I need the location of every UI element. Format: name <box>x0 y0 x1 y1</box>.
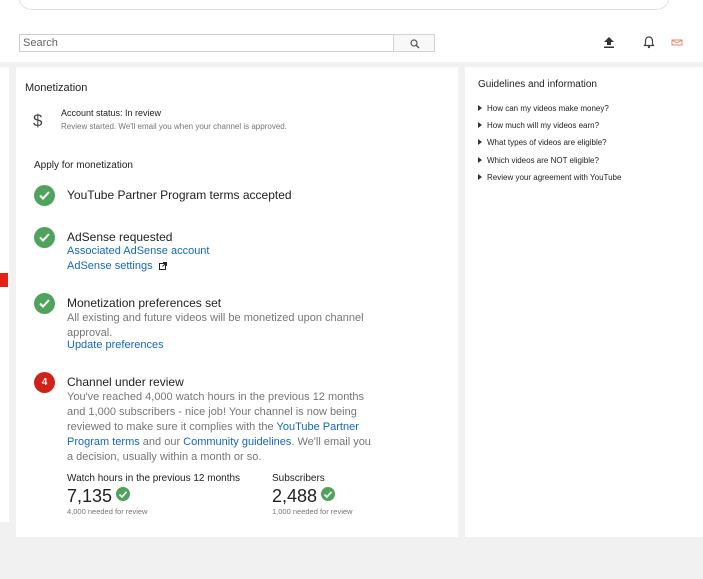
associated-adsense-link[interactable]: Associated AdSense account <box>67 245 209 257</box>
triangle-right-icon <box>478 122 482 128</box>
step-number-badge: 4 <box>34 372 55 393</box>
subscribers-label: Subscribers <box>272 473 325 484</box>
search-input[interactable] <box>19 34 397 52</box>
triangle-right-icon <box>478 139 482 145</box>
upload-button[interactable] <box>602 35 618 51</box>
guidelines-card: Guidelines and information How can my vi… <box>465 67 703 537</box>
dollar-icon: $ <box>33 111 43 130</box>
guideline-label: How can my videos make money? <box>487 104 609 113</box>
watch-hours-label: Watch hours in the previous 12 months <box>67 473 241 484</box>
step-complete-badge <box>34 185 55 206</box>
step-complete-badge <box>34 293 55 314</box>
triangle-right-icon <box>478 105 482 111</box>
monetization-card: Monetization $ Account status: In review… <box>16 67 458 537</box>
step-description: You've reached 4,000 watch hours in the … <box>67 390 372 465</box>
subscribers-value: 2,488 <box>272 486 318 506</box>
account-status-subtitle: Review started. We'll email you when you… <box>61 122 287 131</box>
watch-hours-value: 7,135 <box>67 486 113 506</box>
search-button[interactable] <box>393 34 435 52</box>
notifications-button[interactable] <box>642 35 658 51</box>
step-complete-badge <box>34 227 55 248</box>
step-description: All existing and future videos will be m… <box>67 312 364 339</box>
upload-icon <box>604 37 614 48</box>
guideline-link[interactable]: Which videos are NOT eligible? <box>478 156 599 165</box>
bell-icon <box>643 36 655 49</box>
left-nav-active-indicator <box>0 273 8 287</box>
inbox-button[interactable] <box>670 35 686 51</box>
guideline-link[interactable]: Review your agreement with YouTube <box>478 173 621 182</box>
check-icon <box>39 299 50 308</box>
account-status: Account status: In review <box>61 108 162 118</box>
guidelines-title: Guidelines and information <box>478 79 597 90</box>
page-title: Monetization <box>25 82 88 94</box>
step-title: Channel under review <box>67 375 184 389</box>
guideline-label: Which videos are NOT eligible? <box>487 156 599 165</box>
subscribers-requirement: 1,000 needed for review <box>272 507 353 516</box>
guideline-label: How much will my videos earn? <box>487 121 600 130</box>
guideline-link[interactable]: What types of videos are eligible? <box>478 138 607 147</box>
inbox-icon <box>671 39 683 46</box>
left-nav-strip <box>0 67 9 522</box>
top-bar <box>0 0 703 62</box>
triangle-right-icon <box>478 174 482 180</box>
search-icon <box>410 39 420 49</box>
update-preferences-link[interactable]: Update preferences <box>67 339 164 351</box>
step-title: YouTube Partner Program terms accepted <box>67 188 292 202</box>
apply-section-title: Apply for monetization <box>34 160 133 171</box>
adsense-settings-link[interactable]: AdSense settings <box>67 260 167 272</box>
check-icon <box>39 191 50 200</box>
top-pill-shape <box>18 0 670 10</box>
review-text-part2: and our <box>139 436 184 448</box>
watch-hours-check-icon <box>116 487 130 501</box>
watch-hours-requirement: 4,000 needed for review <box>67 507 148 516</box>
guideline-link[interactable]: How much will my videos earn? <box>478 121 599 130</box>
subscribers-check-icon <box>321 487 335 501</box>
step-title: AdSense requested <box>67 230 173 244</box>
external-link-icon <box>158 262 167 270</box>
guideline-link[interactable]: How can my videos make money? <box>478 104 609 113</box>
adsense-settings-label: AdSense settings <box>67 260 153 272</box>
guideline-label: Review your agreement with YouTube <box>487 173 622 182</box>
guideline-label: What types of videos are eligible? <box>487 138 607 147</box>
triangle-right-icon <box>478 157 482 163</box>
step-title: Monetization preferences set <box>67 296 222 310</box>
check-icon <box>39 233 50 242</box>
community-guidelines-link[interactable]: Community guidelines <box>183 436 291 448</box>
